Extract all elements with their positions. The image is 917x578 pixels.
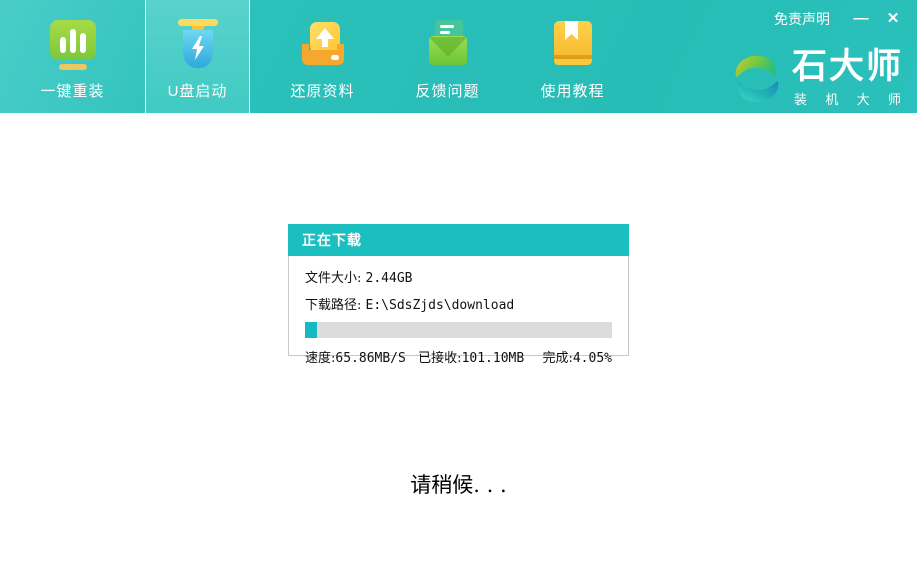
tab-usb-boot[interactable]: U盘启动: [145, 0, 250, 113]
brand-logo-text: 石大师 装 机 大 师: [792, 49, 903, 108]
tab-tutorial[interactable]: 使用教程: [520, 0, 625, 113]
disclaimer-link[interactable]: 免责声明: [774, 9, 830, 29]
restore-upload-icon: [295, 17, 351, 73]
file-size-label: 文件大小:: [305, 271, 366, 286]
mail-feedback-icon: [420, 17, 476, 73]
dialog-body: 文件大小: 2.44GB 下载路径: E:\SdsZjds\download 速…: [288, 256, 629, 356]
tab-label-feedback: 反馈问题: [415, 80, 479, 101]
brand-name: 石大师: [792, 49, 903, 86]
dialog-title: 正在下载: [302, 232, 362, 248]
tab-restore-data[interactable]: 还原资料: [270, 0, 375, 113]
minimize-icon: —: [854, 10, 869, 27]
brand-logo: 石大师 装 机 大 师: [730, 49, 903, 108]
file-size-value: 2.44GB: [366, 271, 413, 286]
download-path-row: 下载路径: E:\SdsZjds\download: [305, 294, 612, 313]
received-stat: 已接收:101.10MB: [418, 347, 542, 366]
tab-label-onekey-reinstall: 一键重装: [40, 80, 104, 101]
download-path-value: E:\SdsZjds\download: [366, 298, 515, 313]
tab-label-tutorial: 使用教程: [540, 80, 604, 101]
usb-boot-icon: [170, 17, 226, 73]
speed-stat: 速度:65.86MB/S: [305, 347, 418, 366]
tab-label-restore-data: 还原资料: [290, 80, 354, 101]
completed-stat: 完成:4.05%: [542, 347, 612, 366]
download-path-label: 下载路径:: [305, 298, 366, 313]
tab-feedback[interactable]: 反馈问题: [395, 0, 500, 113]
download-dialog: 正在下载 文件大小: 2.44GB 下载路径: E:\SdsZjds\downl…: [288, 224, 629, 356]
book-tutorial-icon: [545, 17, 601, 73]
please-wait-message: 请稍候. . .: [0, 469, 917, 499]
app-header: 一键重装 U盘启动: [0, 0, 917, 113]
dialog-titlebar: 正在下载: [288, 224, 629, 256]
bar-chart-icon: [45, 17, 101, 73]
nav-tabs: 一键重装 U盘启动: [20, 0, 645, 113]
brand-logo-icon: [730, 52, 784, 106]
brand-subtitle: 装 机 大 师: [792, 89, 903, 108]
progress-bar: [305, 322, 612, 338]
minimize-button[interactable]: —: [852, 10, 870, 28]
app-window: 一键重装 U盘启动: [0, 0, 917, 578]
progress-fill: [305, 322, 317, 338]
tab-onekey-reinstall[interactable]: 一键重装: [20, 0, 125, 113]
tab-label-usb-boot: U盘启动: [168, 80, 228, 101]
download-stats: 速度:65.86MB/S 已接收:101.10MB 完成:4.05%: [305, 347, 612, 366]
close-icon: ✕: [887, 10, 900, 27]
window-controls: 免责声明 — ✕: [774, 9, 902, 29]
close-button[interactable]: ✕: [884, 10, 902, 28]
file-size-row: 文件大小: 2.44GB: [305, 267, 612, 286]
